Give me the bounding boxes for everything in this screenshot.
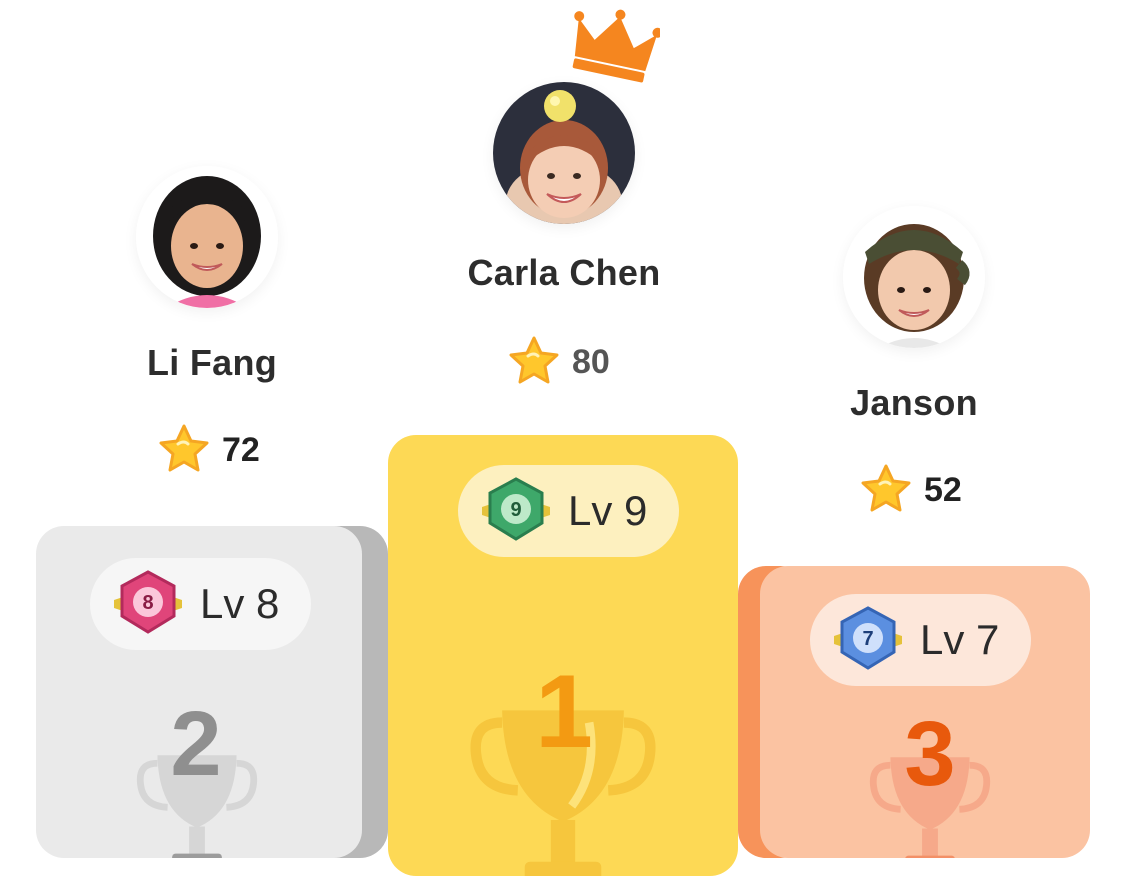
avatar-first[interactable] <box>493 82 635 224</box>
level-pill-first: 9 Lv 9 <box>458 465 680 557</box>
level-pill-second: 8 Lv 8 <box>90 558 312 650</box>
podium-second: 8 Lv 8 2 <box>36 526 362 858</box>
level-label-third: Lv 7 <box>920 616 1000 663</box>
podium-first: 9 Lv 9 1 <box>388 435 738 876</box>
podium-third: 7 Lv 7 3 <box>760 566 1090 858</box>
star-icon <box>509 336 559 384</box>
rank-number-second: 2 <box>170 693 222 795</box>
level-label-first: Lv 9 <box>568 487 648 534</box>
score-value-third: 52 <box>924 470 962 509</box>
level-badge-icon: 7 <box>834 606 902 670</box>
player-name-second: Li Fang <box>146 342 278 383</box>
rank-number-third: 3 <box>904 703 956 805</box>
player-name-first: Carla Chen <box>467 252 661 293</box>
avatar-third[interactable] <box>843 206 985 348</box>
rank-number-first: 1 <box>535 654 593 770</box>
level-badge-number-second: 8 <box>142 592 153 614</box>
level-badge-number-third: 7 <box>862 628 873 650</box>
level-badge-icon: 9 <box>482 477 550 541</box>
crown-icon <box>568 6 663 84</box>
score-third: 52 <box>858 462 962 518</box>
score-value-second: 72 <box>222 430 260 469</box>
level-badge-number-first: 9 <box>510 499 521 521</box>
star-icon <box>861 464 911 512</box>
level-label-second: Lv 8 <box>200 580 280 627</box>
level-badge-icon: 8 <box>114 570 182 634</box>
star-icon <box>159 424 209 472</box>
score-second: 72 <box>156 422 260 478</box>
avatar-second[interactable] <box>136 166 278 308</box>
score-value-first: 80 <box>572 342 610 381</box>
level-pill-third: 7 Lv 7 <box>810 594 1032 686</box>
player-name-third: Janson <box>850 382 978 423</box>
score-first: 80 <box>506 334 610 390</box>
